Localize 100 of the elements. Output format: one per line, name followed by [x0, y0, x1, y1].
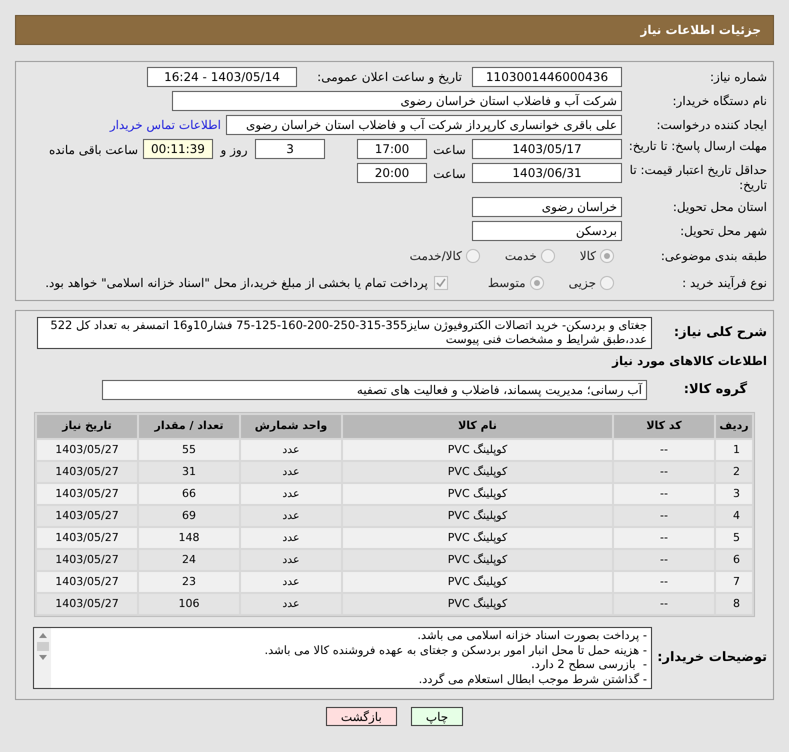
table-cell: کوپلینگ PVC: [343, 484, 612, 504]
checkbox-label: پرداخت تمام یا بخشی از مبلغ خرید،از محل "اسناد خزانه اسلامی" خواهد بود.: [45, 275, 428, 292]
contact-link[interactable]: اطلاعات تماس خریدار: [110, 116, 221, 134]
table-cell: 1403/05/27: [37, 440, 137, 460]
text-field[interactable]: 1103001446000436: [472, 67, 622, 87]
field-label: تاریخ و ساعت اعلان عمومی:: [316, 70, 462, 84]
table-cell: --: [614, 528, 714, 548]
table-cell: عدد: [241, 462, 341, 482]
field-label: ساعت باقی مانده: [48, 142, 138, 159]
field-label: نوع فرآیند خرید :: [681, 276, 767, 290]
note-line: - هزینه حمل تا محل انبار امور بردسکن و جغتای به عهده فروشنده کالا می باشد.: [263, 642, 647, 657]
text-field[interactable]: شرکت آب و فاضلاب استان خراسان رضوی: [172, 91, 622, 111]
description-textarea[interactable]: جغتای و بردسکن- خرید اتصالات الکتروفیوژن سایز355-315-250-200-160-125-75 فشار10و16 اتمسفر به تعداد کل 522 عدد،طبق شرایط و مشخصات فنی پیوست: [37, 317, 652, 349]
scroll-down-icon[interactable]: [38, 655, 46, 660]
table-cell: 1403/05/27: [37, 572, 137, 592]
table-cell: عدد: [241, 484, 341, 504]
table-cell: 69: [139, 506, 239, 526]
table-cell: 3: [716, 484, 752, 504]
field-label: گروه کالا:: [682, 380, 748, 400]
scroll-thumb[interactable]: [36, 642, 48, 651]
notes-textarea[interactable]: - پرداخت بصورت اسناد خزانه اسلامی می باشد. - هزینه حمل تا محل انبار امور بردسکن و جغتای به عهده فروشنده کالا می باشد. - بازرسی سطح 2 دارد. - گذاشتن شرط موجب ابطال استعلام می گردد.: [33, 627, 652, 689]
text-field[interactable]: 3: [255, 139, 325, 159]
text-field[interactable]: 1403/06/31: [472, 163, 622, 183]
table-cell: 1403/05/27: [37, 506, 137, 526]
field-label: شماره نیاز:: [709, 70, 767, 84]
field-label: ساعت: [432, 166, 467, 183]
table-cell: --: [614, 462, 714, 482]
column-header: نام کالا: [343, 415, 612, 438]
table-cell: --: [614, 484, 714, 504]
table-cell: 5: [716, 528, 752, 548]
table-cell: 31: [139, 462, 239, 482]
table-cell: 1403/05/27: [37, 594, 137, 614]
table-cell: --: [614, 506, 714, 526]
text-field[interactable]: بردسکن: [472, 221, 622, 241]
radio-label: کالا: [580, 248, 596, 265]
field-label: استان محل تحویل:: [672, 200, 767, 214]
table-cell: عدد: [241, 506, 341, 526]
table-cell: 1403/05/27: [37, 484, 137, 504]
table-cell: کوپلینگ PVC: [343, 462, 612, 482]
table-cell: 23: [139, 572, 239, 592]
field-label: توضیحات خریدار:: [656, 649, 767, 668]
field-label: شرح کلی نیاز:: [672, 324, 767, 342]
column-header: تعداد / مقدار: [139, 415, 239, 438]
table-cell: --: [614, 572, 714, 592]
radio-label: کالا/خدمت: [410, 248, 462, 265]
table-cell: --: [614, 440, 714, 460]
column-header: تاریخ نیاز: [37, 415, 137, 438]
table-cell: 2: [716, 462, 752, 482]
field-label: حداقل تاریخ اعتبار قیمت: تا تاریخ:: [628, 163, 767, 193]
print-button[interactable]: چاپ: [410, 707, 464, 726]
table-cell: عدد: [241, 572, 341, 592]
table-cell: 55: [139, 440, 239, 460]
table-cell: عدد: [241, 550, 341, 570]
text-field[interactable]: علی باقری خوانساری کارپرداز شرکت آب و فاضلاب استان خراسان رضوی: [226, 115, 622, 135]
table-cell: 6: [716, 550, 752, 570]
field-label: نام دستگاه خریدار:: [672, 94, 767, 108]
table-cell: 1403/05/27: [37, 462, 137, 482]
radio-label: خدمت: [504, 248, 537, 265]
radio-label: جزیی: [568, 275, 596, 292]
table-cell: کوپلینگ PVC: [343, 572, 612, 592]
table-cell: عدد: [241, 440, 341, 460]
table-cell: 106: [139, 594, 239, 614]
table-cell: 4: [716, 506, 752, 526]
column-header: واحد شمارش: [241, 415, 341, 438]
countdown-field[interactable]: 00:11:39: [143, 139, 213, 159]
field-label: ایجاد کننده درخواست:: [655, 118, 767, 132]
text-field[interactable]: آب رسانی؛ مدیریت پسماند، فاضلاب و فعالیت های تصفیه: [102, 380, 647, 400]
text-field[interactable]: 1403/05/14 - 16:24: [147, 67, 297, 87]
table-cell: کوپلینگ PVC: [343, 440, 612, 460]
table-cell: کوپلینگ PVC: [343, 528, 612, 548]
page-header: جزئیات اطلاعات نیاز: [15, 15, 774, 45]
checkmark-icon: [436, 278, 446, 288]
text-field[interactable]: 1403/05/17: [472, 139, 622, 159]
table-cell: --: [614, 594, 714, 614]
scrollbar[interactable]: [34, 628, 51, 688]
table-cell: کوپلینگ PVC: [343, 594, 612, 614]
table-cell: کوپلینگ PVC: [343, 506, 612, 526]
table-cell: کوپلینگ PVC: [343, 550, 612, 570]
radio-label: متوسط: [488, 275, 526, 292]
column-header: کد کالا: [614, 415, 714, 438]
field-label: شهر محل تحویل:: [679, 224, 767, 238]
field-label: روز و: [219, 142, 248, 159]
table-cell: 24: [139, 550, 239, 570]
text-field[interactable]: 17:00: [357, 139, 427, 159]
back-button[interactable]: بازگشت: [326, 707, 397, 726]
table-cell: 1: [716, 440, 752, 460]
table-cell: عدد: [241, 594, 341, 614]
note-line: - بازرسی سطح 2 دارد.: [530, 657, 647, 672]
column-header: ردیف: [716, 415, 752, 438]
field-label: ساعت: [432, 142, 467, 159]
text-field[interactable]: 20:00: [357, 163, 427, 183]
scroll-up-icon[interactable]: [38, 633, 46, 638]
table-cell: 8: [716, 594, 752, 614]
field-label: مهلت ارسال پاسخ: تا تاریخ:: [628, 139, 767, 154]
table-cell: 1403/05/27: [37, 528, 137, 548]
table-cell: --: [614, 550, 714, 570]
table-cell: عدد: [241, 528, 341, 548]
text-field[interactable]: خراسان رضوی: [472, 197, 622, 217]
table-cell: 66: [139, 484, 239, 504]
section-title: اطلاعات کالاهای مورد نیاز: [610, 353, 767, 370]
